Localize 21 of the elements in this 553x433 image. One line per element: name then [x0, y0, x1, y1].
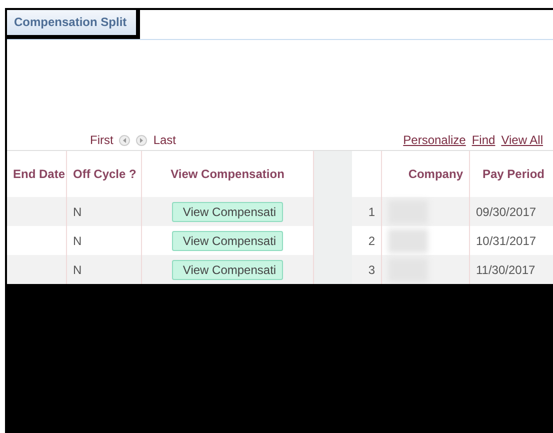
table-cell: 11/30/2017	[476, 262, 536, 276]
view-compensation-button[interactable]: View Compensati	[172, 260, 284, 280]
first-label: First	[90, 133, 114, 147]
row-number: 2	[368, 234, 375, 248]
table-cell: 10/31/2017	[476, 234, 536, 248]
grid-link[interactable]: Find	[472, 133, 496, 147]
previous-icon[interactable]	[119, 134, 130, 146]
table-cell: N	[73, 262, 82, 276]
grid-link[interactable]: View All	[501, 133, 543, 147]
last-label: Last	[153, 133, 176, 147]
blurred-cell	[388, 228, 428, 252]
view-compensation-button[interactable]: View Compensati	[172, 202, 284, 222]
table-cell: N	[73, 234, 82, 248]
view-compensation-button[interactable]: View Compensati	[172, 230, 284, 250]
table-cell: N	[73, 204, 82, 218]
page-tab[interactable]: Compensation Split	[7, 10, 140, 39]
next-icon[interactable]	[136, 134, 148, 146]
row-number: 1	[368, 204, 375, 218]
table-cell: 09/30/2017	[476, 204, 536, 218]
row-number: 3	[368, 262, 375, 276]
grid-link[interactable]: Personalize	[403, 133, 466, 147]
